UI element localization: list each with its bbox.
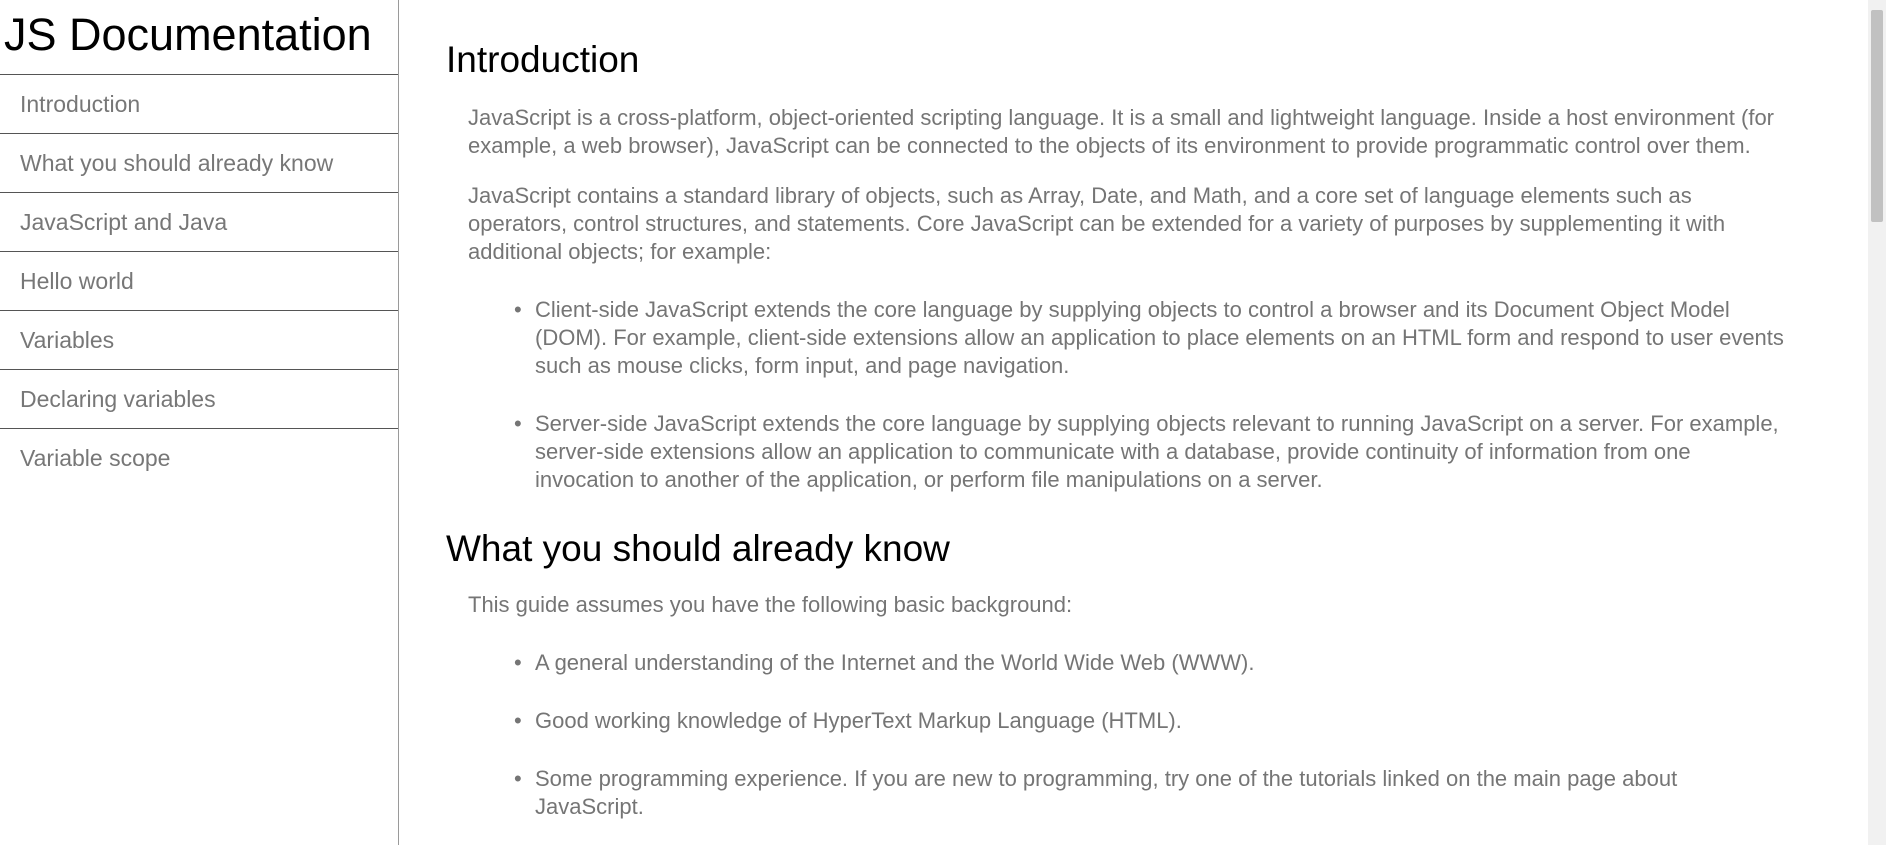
nav-link-what-you-should-already-know[interactable]: What you should already know <box>0 134 398 192</box>
list-item: • Good working knowledge of HyperText Mar… <box>446 707 1788 735</box>
scrollbar-thumb[interactable] <box>1871 10 1883 222</box>
bullet-icon: • <box>514 766 522 791</box>
list-item: • A general understanding of the Internet… <box>446 649 1788 677</box>
nav-item: What you should already know <box>0 134 398 193</box>
list-item: • Client-side JavaScript extends the core… <box>446 296 1788 380</box>
nav-item: Variable scope <box>0 429 398 488</box>
nav-item: Introduction <box>0 75 398 134</box>
list-item-text: Good working knowledge of HyperText Mark… <box>535 708 1182 733</box>
list-item-text: Client-side JavaScript extends the core … <box>535 297 1784 378</box>
nav-link-variables[interactable]: Variables <box>0 311 398 369</box>
nav-item: Hello world <box>0 252 398 311</box>
list-item: • Server-side JavaScript extends the core… <box>446 410 1788 494</box>
sidebar-title: JS Documentation <box>0 0 398 75</box>
nav-item: JavaScript and Java <box>0 193 398 252</box>
nav-link-introduction[interactable]: Introduction <box>0 75 398 133</box>
section-title-what-you-should-already-know: What you should already know <box>446 528 950 569</box>
intro-paragraph-1: JavaScript is a cross-platform, object-o… <box>468 105 1775 158</box>
section-what-you-should-already-know: What you should already know This guide … <box>446 494 1788 821</box>
nav-item: Declaring variables <box>0 370 398 429</box>
intro-bullet-list: • Client-side JavaScript extends the core… <box>446 296 1788 494</box>
bullet-icon: • <box>514 708 522 733</box>
bullet-icon: • <box>514 411 522 436</box>
sidebar-navigation: JS Documentation Introduction What you s… <box>0 0 399 845</box>
nav-link-hello-world[interactable]: Hello world <box>0 252 398 310</box>
list-item-text: Server-side JavaScript extends the core … <box>535 411 1779 492</box>
list-item: • Some programming experience. If you are… <box>446 765 1788 821</box>
nav-link-variable-scope[interactable]: Variable scope <box>0 429 398 487</box>
bullet-icon: • <box>514 297 522 322</box>
list-item-text: A general understanding of the Internet … <box>535 650 1255 675</box>
nav-link-javascript-and-java[interactable]: JavaScript and Java <box>0 193 398 251</box>
nav-list: Introduction What you should already kno… <box>0 75 398 488</box>
intro-paragraph-2: JavaScript contains a standard library o… <box>468 183 1726 264</box>
know-paragraph: This guide assumes you have the followin… <box>468 592 1073 617</box>
list-item-text: Some programming experience. If you are … <box>535 766 1678 819</box>
nav-item: Variables <box>0 311 398 370</box>
bullet-icon: • <box>514 650 522 675</box>
main-document: Introduction JavaScript is a cross-platf… <box>399 0 1868 845</box>
know-bullet-list: • A general understanding of the Internet… <box>446 649 1788 821</box>
vertical-scrollbar[interactable] <box>1868 0 1886 845</box>
section-introduction: Introduction JavaScript is a cross-platf… <box>446 0 1788 494</box>
nav-link-declaring-variables[interactable]: Declaring variables <box>0 370 398 428</box>
section-title-introduction: Introduction <box>446 39 640 80</box>
